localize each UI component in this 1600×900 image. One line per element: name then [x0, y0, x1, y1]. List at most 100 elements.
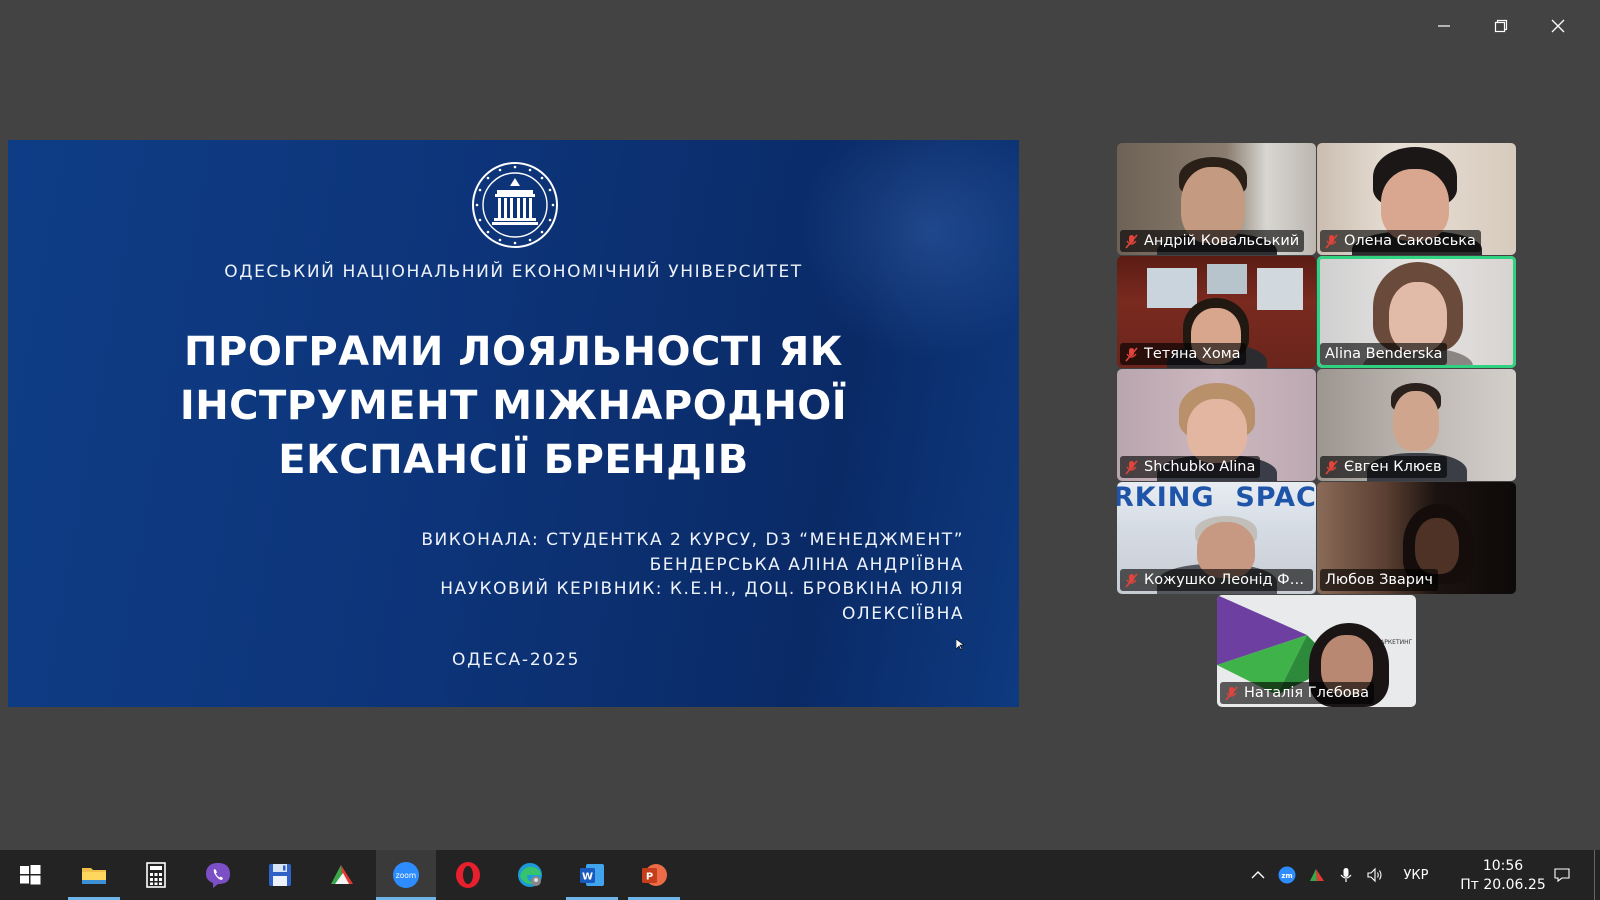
- muted-mic-icon: [1125, 346, 1138, 362]
- save-disk-icon: [269, 864, 291, 886]
- calculator-icon: [146, 862, 166, 888]
- mouse-cursor-icon: [956, 639, 964, 651]
- participant-namebar: Кожушко Леонід Фед...: [1120, 569, 1313, 591]
- participant-namebar: Олена Саковська: [1320, 230, 1481, 252]
- restore-icon: [1494, 19, 1507, 33]
- muted-mic-icon: [1125, 572, 1138, 588]
- author-line: ВИКОНАЛА: СТУДЕНТКА 2 КУРСУ, D3 “МЕНЕДЖМ…: [421, 530, 964, 550]
- file-explorer-button[interactable]: [68, 850, 120, 900]
- participant-name: Shchubko Alina: [1144, 459, 1256, 475]
- powerpoint-button[interactable]: P: [628, 850, 680, 900]
- muted-mic-icon: [1225, 685, 1238, 701]
- participant-namebar: Shchubko Alina: [1120, 456, 1261, 478]
- notifications-icon: [1554, 868, 1570, 883]
- chevron-up-icon: [1251, 871, 1265, 879]
- viber-button[interactable]: [192, 850, 244, 900]
- participant-namebar: Alina Benderska: [1320, 343, 1448, 365]
- university-name: ОДЕСЬКИЙ НАЦІОНАЛЬНИЙ ЕКОНОМІЧНИЙ УНІВЕР…: [224, 262, 803, 282]
- svg-text:W: W: [582, 872, 593, 883]
- start-icon: [20, 865, 41, 885]
- clock-date: Пт 20.06.25: [1460, 877, 1546, 893]
- app-icon: [331, 865, 353, 884]
- zoom-tray-label: zm: [1281, 872, 1292, 880]
- participant-tile[interactable]: Євген Клюєв: [1317, 369, 1516, 481]
- windows-taskbar: zoom W P zm УКР 10:56 Пт 20.06.25: [0, 850, 1600, 900]
- show-desktop-button[interactable]: [1594, 850, 1600, 900]
- participant-name: Олена Саковська: [1344, 233, 1476, 249]
- window-controls: [1415, 12, 1586, 40]
- shared-screen-slide: ОДЕСЬКИЙ НАЦІОНАЛЬНИЙ ЕКОНОМІЧНИЙ УНІВЕР…: [8, 140, 1019, 707]
- participant-namebar: Тетяна Хома: [1120, 343, 1246, 365]
- zoom-icon: zoom: [393, 862, 419, 888]
- muted-mic-icon: [1325, 459, 1338, 475]
- participant-name: Андрій Ковальський: [1144, 233, 1300, 249]
- slide-title-line: ПРОГРАМИ ЛОЯЛЬНОСТІ ЯК: [184, 329, 843, 375]
- zoom-button[interactable]: zoom: [376, 850, 436, 900]
- minimize-icon: [1437, 25, 1450, 27]
- restore-button[interactable]: [1472, 12, 1529, 40]
- slide-title-line: ЕКСПАНСІЇ БРЕНДІВ: [278, 437, 749, 483]
- participant-name: Alina Benderska: [1325, 346, 1443, 362]
- participant-gallery: Андрій Ковальський Олена Саковська Тетян…: [1117, 143, 1517, 707]
- input-language: УКР: [1403, 867, 1429, 883]
- save-app-button[interactable]: [254, 850, 306, 900]
- input-language-button[interactable]: УКР: [1394, 850, 1438, 900]
- edge-icon: [518, 863, 542, 887]
- close-button[interactable]: [1529, 12, 1586, 40]
- word-icon: W: [580, 864, 604, 886]
- participant-tile[interactable]: RKING SPAC Кожушко Леонід Фед...: [1117, 482, 1316, 594]
- muted-mic-icon: [1125, 233, 1138, 249]
- zoom-icon-label: zoom: [396, 871, 416, 880]
- participant-namebar: Андрій Ковальський: [1120, 230, 1305, 252]
- author-line: НАУКОВИЙ КЕРІВНИК: К.Е.Н., ДОЦ. БРОВКІНА…: [440, 579, 964, 599]
- participant-namebar: Євген Клюєв: [1320, 456, 1447, 478]
- app-tray-icon: [1310, 869, 1324, 881]
- author-line: БЕНДЕРСЬКА АЛІНА АНДРІЇВНА: [649, 554, 964, 575]
- show-hidden-icons-button[interactable]: [1246, 850, 1270, 900]
- calculator-button[interactable]: [130, 850, 182, 900]
- participant-tile[interactable]: Тетяна Хома: [1117, 256, 1316, 368]
- taskbar-clock[interactable]: 10:56 Пт 20.06.25: [1458, 857, 1548, 895]
- background-banner-text: RKING SPAC: [1117, 482, 1316, 513]
- author-line: ОЛЕКСІЇВНА: [842, 603, 964, 624]
- powerpoint-icon: P: [642, 864, 667, 886]
- slide-city-year: ОДЕСА-2025: [452, 650, 581, 670]
- participant-tile[interactable]: Любов Зварич: [1317, 482, 1516, 594]
- slide-title-line: ІНСТРУМЕНТ МІЖНАРОДНОЇ: [179, 383, 848, 429]
- action-center-button[interactable]: [1546, 850, 1578, 900]
- slide-authors: ВИКОНАЛА: СТУДЕНТКА 2 КУРСУ, D3 “МЕНЕДЖМ…: [421, 528, 964, 626]
- muted-mic-icon: [1125, 459, 1138, 475]
- tray-zoom-button[interactable]: zm: [1274, 850, 1300, 900]
- participant-tile-active-speaker[interactable]: Alina Benderska: [1317, 256, 1516, 368]
- microphone-tray-button[interactable]: [1334, 850, 1358, 900]
- volume-button[interactable]: [1362, 850, 1388, 900]
- participant-tile[interactable]: Андрій Ковальський: [1117, 143, 1316, 255]
- university-seal-logo: [472, 162, 558, 248]
- viber-icon: [206, 863, 230, 888]
- speaker-volume-icon: [1367, 867, 1382, 883]
- svg-text:P: P: [646, 872, 653, 883]
- minimize-button[interactable]: [1415, 12, 1472, 40]
- participant-name: Тетяна Хома: [1144, 346, 1241, 362]
- participant-tile[interactable]: Олена Саковська: [1317, 143, 1516, 255]
- participant-tile[interactable]: Shchubko Alina: [1117, 369, 1316, 481]
- participant-namebar: Наталія Глєбова: [1220, 682, 1375, 704]
- zoom-tray-icon: zm: [1278, 866, 1296, 884]
- tray-app-button[interactable]: [1304, 850, 1330, 900]
- close-icon: [1551, 19, 1564, 33]
- participant-name: Наталія Глєбова: [1244, 685, 1370, 701]
- start-button[interactable]: [4, 850, 56, 900]
- word-button[interactable]: W: [566, 850, 618, 900]
- participant-namebar: Любов Зварич: [1320, 569, 1438, 591]
- muted-mic-icon: [1325, 233, 1338, 249]
- participant-name: Євген Клюєв: [1344, 459, 1442, 475]
- clock-time: 10:56: [1482, 858, 1524, 874]
- participant-name: Любов Зварич: [1325, 572, 1433, 588]
- participant-tile[interactable]: МАРКЕТИНГ Наталія Глєбова: [1217, 595, 1416, 707]
- participant-name: Кожушко Леонід Фед...: [1144, 572, 1308, 588]
- app-button[interactable]: [316, 850, 368, 900]
- opera-button[interactable]: [442, 850, 494, 900]
- microphone-icon: [1340, 868, 1352, 882]
- edge-button[interactable]: [504, 850, 556, 900]
- opera-icon: [456, 862, 480, 888]
